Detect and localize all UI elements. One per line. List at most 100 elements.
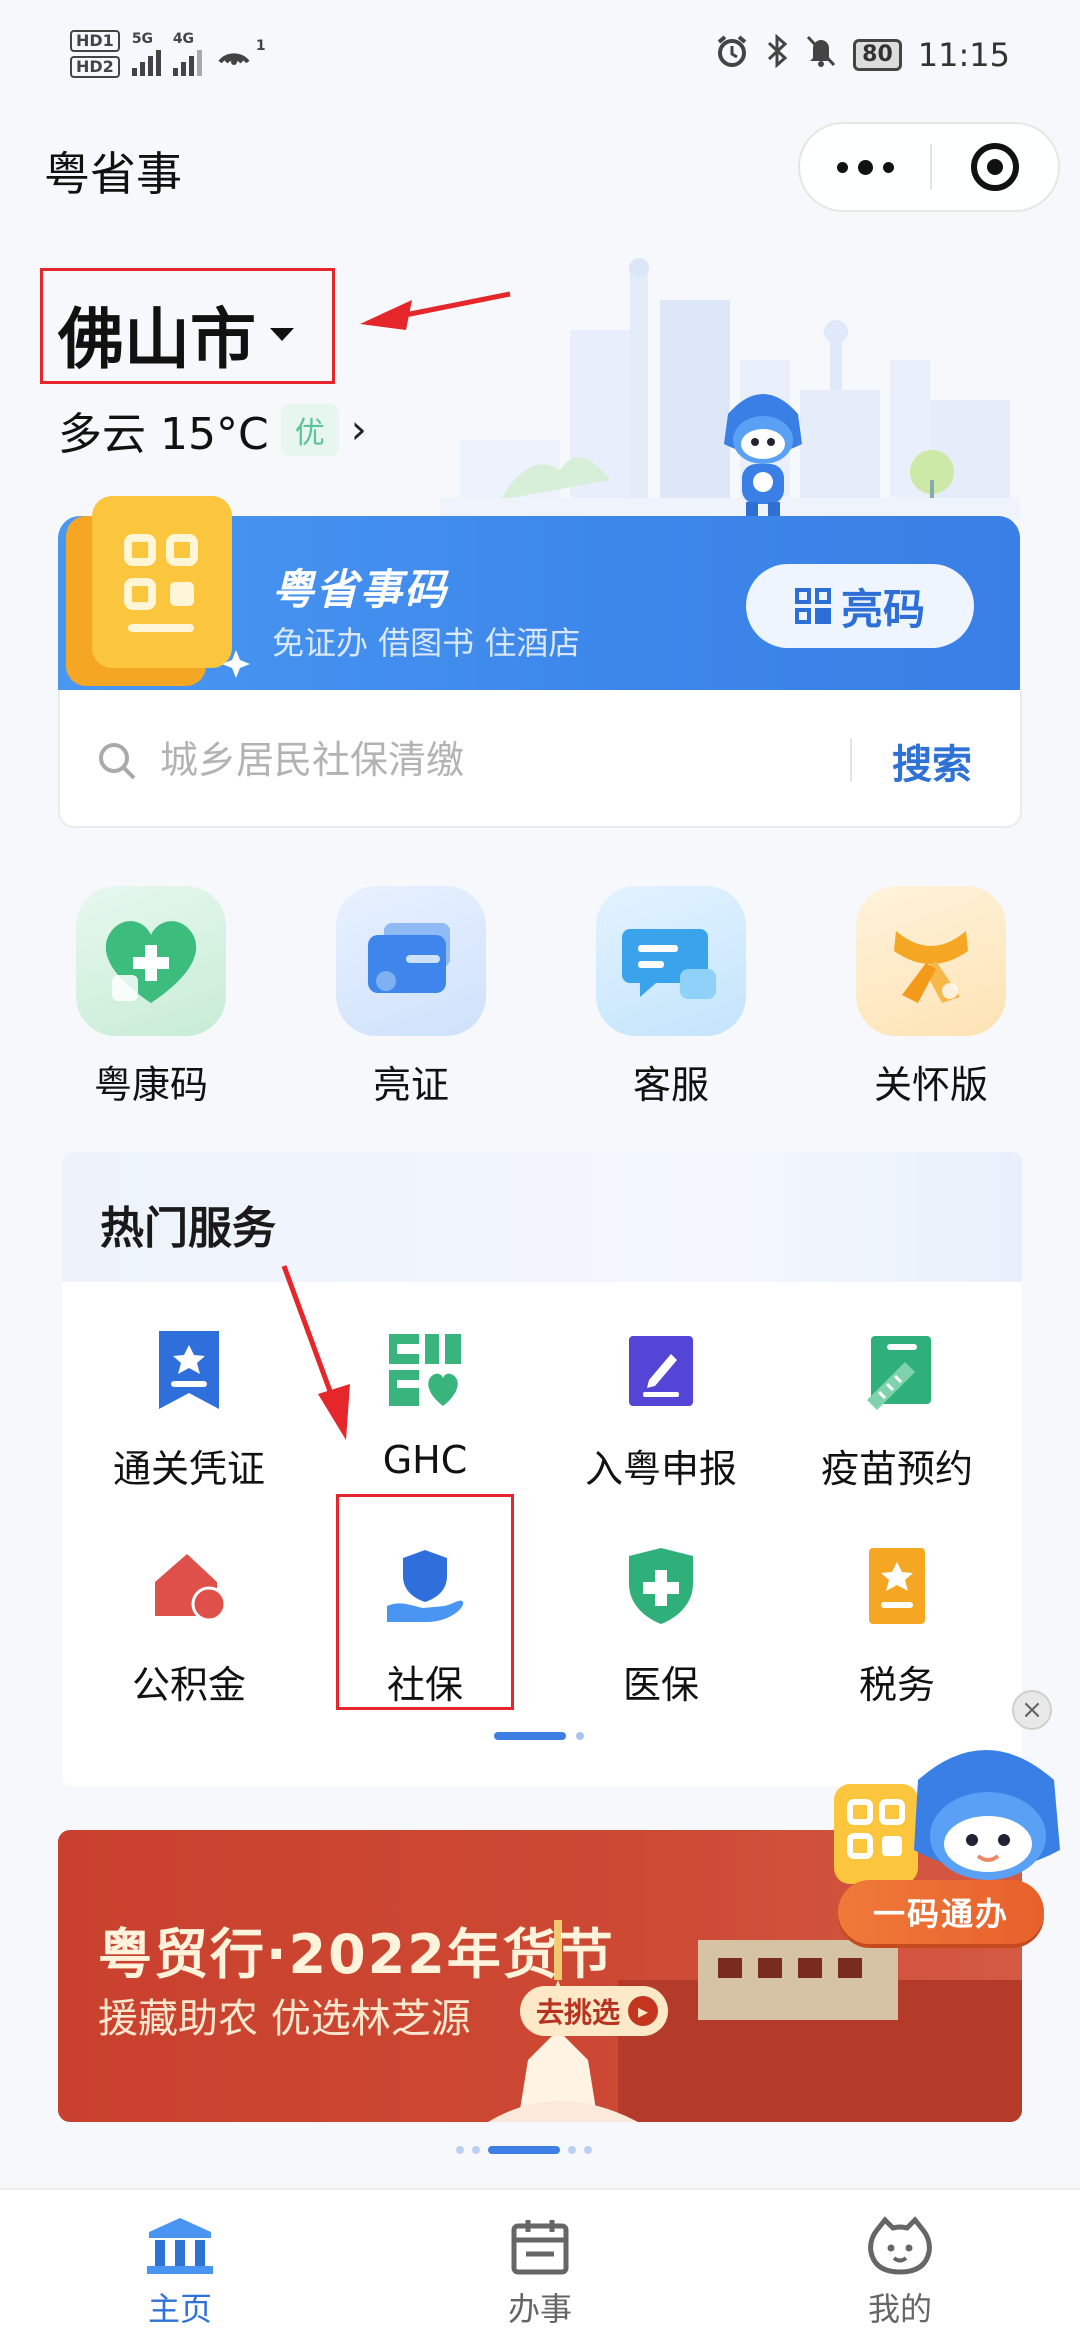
signal-bars-icon: [131, 46, 161, 76]
syringe-icon: [849, 1322, 945, 1418]
show-code-label: 亮码: [840, 584, 925, 634]
service-label: GHC: [382, 1438, 468, 1482]
signal-5g: 5G: [131, 32, 161, 76]
weather-text: 多云 15°C: [58, 409, 269, 460]
quick-entry-label: 客服: [632, 1063, 709, 1107]
hotspot-count: 1: [255, 38, 266, 54]
pager-dot: [568, 2146, 576, 2154]
banner-subtitle: 援藏助农 优选林芝源: [98, 1996, 471, 2042]
search-input[interactable]: [160, 728, 820, 792]
show-code-button[interactable]: 亮码: [746, 564, 974, 648]
pager-dot: [456, 2146, 464, 2154]
quick-entry-label: 粤康码: [93, 1063, 208, 1107]
service-label: 医保: [622, 1663, 699, 1707]
alarm-icon: [715, 34, 749, 76]
search-icon: [99, 743, 136, 780]
service-medical-insurance[interactable]: 医保: [546, 1538, 776, 1709]
mini-program-capsule: [798, 122, 1060, 212]
banner-pick-button[interactable]: 去挑选 ▸: [520, 1986, 669, 2036]
mascot-illustration: [724, 394, 802, 522]
card-wallet-icon: [336, 886, 486, 1036]
calendar-icon: [511, 2220, 569, 2275]
ghc-logo-icon: [377, 1322, 473, 1418]
house-coin-icon: [141, 1538, 237, 1634]
status-left: HD1 HD2 5G 4G 1: [70, 30, 266, 78]
clock: 11:15: [917, 36, 1010, 74]
service-vaccine-appointment[interactable]: 疫苗预约: [782, 1322, 1012, 1493]
health-heart-icon: [76, 886, 226, 1036]
qr-code-badge-icon: [66, 496, 250, 686]
city-selector[interactable]: 佛山市: [58, 286, 294, 382]
pager-dot-active: [488, 2146, 560, 2154]
tab-home[interactable]: 主页: [0, 2190, 360, 2340]
service-label: 通关凭证: [112, 1447, 265, 1491]
tax-document-icon: [849, 1538, 945, 1634]
more-dots-icon[interactable]: [800, 124, 930, 210]
pencil-report-icon: [613, 1322, 709, 1418]
code-card-title: 粤省事码: [272, 565, 449, 614]
bottom-tab-bar: 主页 办事 我的: [0, 2188, 1080, 2340]
quick-entry-show-id[interactable]: 亮证: [326, 886, 496, 1109]
scarf-icon: [856, 886, 1006, 1036]
banner-pick-label: 去挑选: [536, 1996, 621, 2029]
air-quality-badge: 优: [280, 404, 339, 456]
city-name: 佛山市: [58, 301, 256, 378]
arrow-right-icon: ▸: [628, 1996, 659, 2026]
one-code-service-label[interactable]: 一码通办: [838, 1880, 1044, 1944]
tab-label: 我的: [867, 2290, 932, 2328]
sim1-hd-badge: HD1: [70, 30, 120, 52]
hotspot-icon: [214, 34, 254, 74]
quick-entry-care-mode[interactable]: 关怀版: [846, 886, 1016, 1109]
search-button[interactable]: 搜索: [892, 732, 972, 790]
battery-indicator: 80: [853, 39, 902, 71]
pager-dot: [576, 1732, 584, 1740]
sim2-hd-badge: HD2: [70, 56, 120, 78]
pager-dot: [584, 2146, 592, 2154]
weather-widget[interactable]: 多云 15°C 优 ›: [58, 398, 367, 462]
quick-entry-label: 亮证: [372, 1063, 449, 1107]
signal-4g: 4G: [172, 32, 202, 76]
floating-mascot-icon[interactable]: [826, 1740, 1080, 1980]
app-title: 粤省事: [44, 147, 182, 201]
services-pager: [494, 1732, 584, 1740]
home-building-icon: [147, 2218, 213, 2274]
ribbon-certificate-icon: [141, 1322, 237, 1418]
tab-mine[interactable]: 我的: [720, 2190, 1080, 2340]
dual-sim-indicator: HD1 HD2: [70, 30, 120, 78]
service-label: 疫苗预约: [820, 1447, 973, 1491]
hot-services-title: 热门服务: [100, 1203, 276, 1254]
bluetooth-icon: [765, 33, 789, 76]
signal-bars-icon: [172, 46, 202, 76]
chevron-right-icon: ›: [350, 407, 367, 453]
pager-dot-active: [494, 1732, 566, 1740]
mute-icon: [805, 34, 837, 76]
caret-down-icon: [270, 327, 294, 341]
chat-bubble-icon: [596, 886, 746, 1036]
search-divider: [850, 738, 852, 782]
target-icon: [971, 143, 1019, 191]
close-icon[interactable]: ×: [1012, 1690, 1052, 1730]
mascot-face-icon: [868, 2216, 932, 2275]
code-card-subtitle: 免证办 借图书 住酒店: [272, 624, 581, 662]
quick-entry-health-code[interactable]: 粤康码: [66, 886, 236, 1109]
service-taxation[interactable]: 税务: [782, 1538, 1012, 1709]
service-guangdong-entry-report[interactable]: 入粤申报: [546, 1322, 776, 1493]
close-target-button[interactable]: [932, 143, 1058, 191]
banner-pager: [456, 2146, 592, 2154]
quick-entry-label: 关怀版: [873, 1063, 988, 1107]
social-security-highlight-box: [336, 1494, 514, 1710]
tab-services[interactable]: 办事: [360, 2190, 720, 2340]
banner-title: 粤贸行·2022年货节: [98, 1923, 615, 1986]
service-customs-certificate[interactable]: 通关凭证: [74, 1322, 304, 1493]
tab-label: 办事: [507, 2290, 572, 2328]
tab-label: 主页: [147, 2290, 212, 2328]
status-right: 80 11:15: [715, 33, 1010, 76]
pager-dot: [472, 2146, 480, 2154]
service-housing-fund[interactable]: 公积金: [74, 1538, 304, 1709]
service-label: 税务: [858, 1663, 935, 1707]
qr-code-icon: [794, 588, 831, 624]
quick-entry-customer-service[interactable]: 客服: [586, 886, 756, 1109]
service-label: 入粤申报: [584, 1447, 737, 1491]
status-bar: HD1 HD2 5G 4G 1 80 11:15: [0, 0, 1080, 120]
service-ghc[interactable]: GHC: [310, 1322, 540, 1482]
